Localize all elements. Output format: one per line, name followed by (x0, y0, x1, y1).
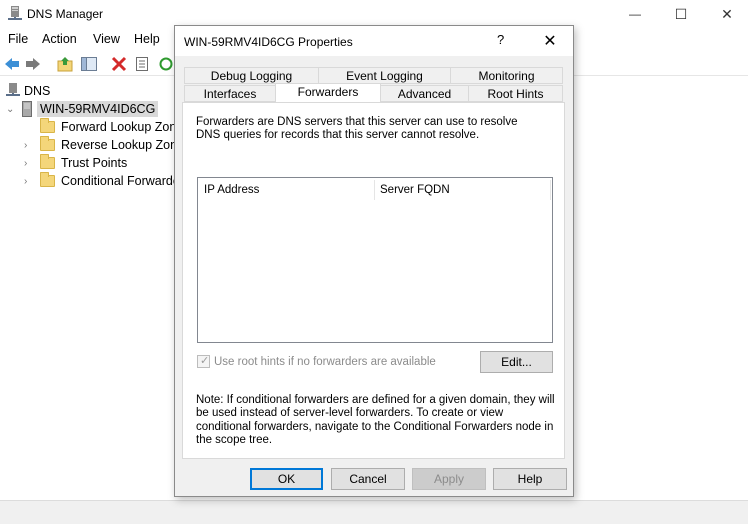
column-header-ip-address[interactable]: IP Address (198, 178, 374, 202)
tree-label-trust-points: Trust Points (61, 156, 128, 170)
up-folder-icon[interactable] (56, 55, 74, 73)
tree-label-server: WIN-59RMV4ID6CG (37, 101, 159, 117)
tree-label-forward-lookup: Forward Lookup Zones (61, 120, 190, 134)
maximize-icon: ☐ (674, 5, 688, 22)
close-button[interactable]: ✕ (704, 0, 748, 28)
tab-forwarders[interactable]: Forwarders (275, 83, 381, 102)
checkmark-icon: ✓ (200, 355, 210, 367)
tree-item-server[interactable]: ⌄ WIN-59RMV4ID6CG (6, 100, 159, 118)
menu-help[interactable]: Help (134, 32, 160, 46)
tab-monitoring[interactable]: Monitoring (450, 67, 563, 84)
menu-action[interactable]: Action (42, 32, 77, 46)
edit-button[interactable]: Edit... (480, 351, 553, 373)
status-bar (0, 500, 748, 524)
use-root-hints-label: Use root hints if no forwarders are avai… (214, 355, 436, 368)
forwarders-list[interactable]: IP Address Server FQDN (197, 177, 553, 343)
main-titlebar: DNS Manager — ☐ ✕ (0, 0, 748, 28)
chevron-right-icon[interactable]: › (24, 176, 34, 187)
tab-advanced[interactable]: Advanced (380, 85, 469, 102)
console-tree: DNS ⌄ WIN-59RMV4ID6CG Forward Lookup Zon… (0, 80, 190, 500)
tree-item-dns[interactable]: DNS (6, 82, 50, 100)
dns-manager-icon (8, 6, 22, 20)
chevron-down-icon[interactable]: ⌄ (6, 104, 16, 115)
menu-file[interactable]: File (8, 32, 28, 46)
help-icon[interactable]: ? (497, 32, 504, 47)
server-icon (22, 101, 32, 117)
properties-dialog: WIN-59RMV4ID6CG Properties ? ✕ Debug Log… (174, 25, 574, 497)
forwarders-panel: Forwarders are DNS servers that this ser… (182, 102, 565, 459)
tree-item-reverse-lookup[interactable]: › Reverse Lookup Zones (24, 136, 190, 154)
dialog-close-button[interactable]: ✕ (537, 30, 563, 52)
tree-label-dns: DNS (24, 84, 51, 98)
tree-item-forward-lookup[interactable]: Forward Lookup Zones (24, 118, 190, 136)
dns-icon (6, 83, 20, 96)
forward-arrow-icon[interactable] (24, 55, 42, 73)
tree-label-conditional-forwarders: Conditional Forwarders (61, 174, 191, 188)
tree-item-conditional-forwarders[interactable]: › Conditional Forwarders (24, 172, 190, 190)
tab-interfaces[interactable]: Interfaces (184, 85, 276, 102)
chevron-right-icon[interactable]: › (24, 140, 34, 151)
delete-icon[interactable] (110, 55, 128, 73)
folder-icon (40, 172, 55, 187)
folder-icon (40, 154, 55, 169)
dialog-titlebar: WIN-59RMV4ID6CG Properties ? ✕ (175, 26, 573, 56)
tab-event-logging[interactable]: Event Logging (318, 67, 451, 84)
help-button[interactable]: Help (493, 468, 567, 490)
tree-item-trust-points[interactable]: › Trust Points (24, 154, 127, 172)
chevron-right-icon[interactable]: › (24, 158, 34, 169)
dialog-title: WIN-59RMV4ID6CG Properties (184, 35, 353, 49)
use-root-hints-checkbox[interactable]: ✓ (197, 355, 210, 368)
cancel-button[interactable]: Cancel (331, 468, 405, 490)
conditional-forwarders-note: Note: If conditional forwarders are defi… (196, 394, 555, 446)
apply-button[interactable]: Apply (412, 468, 486, 490)
ok-button[interactable]: OK (250, 468, 323, 490)
maximize-button[interactable]: ☐ (658, 0, 704, 28)
forwarders-description: Forwarders are DNS servers that this ser… (196, 116, 518, 141)
use-root-hints-option: ✓ Use root hints if no forwarders are av… (197, 355, 436, 368)
close-icon: ✕ (721, 5, 733, 22)
refresh-icon[interactable] (157, 55, 175, 73)
properties-icon[interactable] (133, 55, 151, 73)
tab-root-hints[interactable]: Root Hints (468, 85, 563, 102)
column-header-server-fqdn[interactable]: Server FQDN (374, 178, 550, 202)
show-hide-tree-icon[interactable] (80, 55, 98, 73)
app-title: DNS Manager (27, 7, 104, 21)
folder-icon (40, 118, 55, 133)
minimize-icon: — (629, 7, 641, 21)
menu-view[interactable]: View (93, 32, 120, 46)
minimize-button[interactable]: — (612, 0, 658, 28)
folder-icon (40, 136, 55, 151)
back-arrow-icon[interactable] (3, 55, 21, 73)
column-divider[interactable] (550, 180, 551, 200)
tree-label-reverse-lookup: Reverse Lookup Zones (61, 138, 191, 152)
tab-debug-logging[interactable]: Debug Logging (184, 67, 319, 84)
